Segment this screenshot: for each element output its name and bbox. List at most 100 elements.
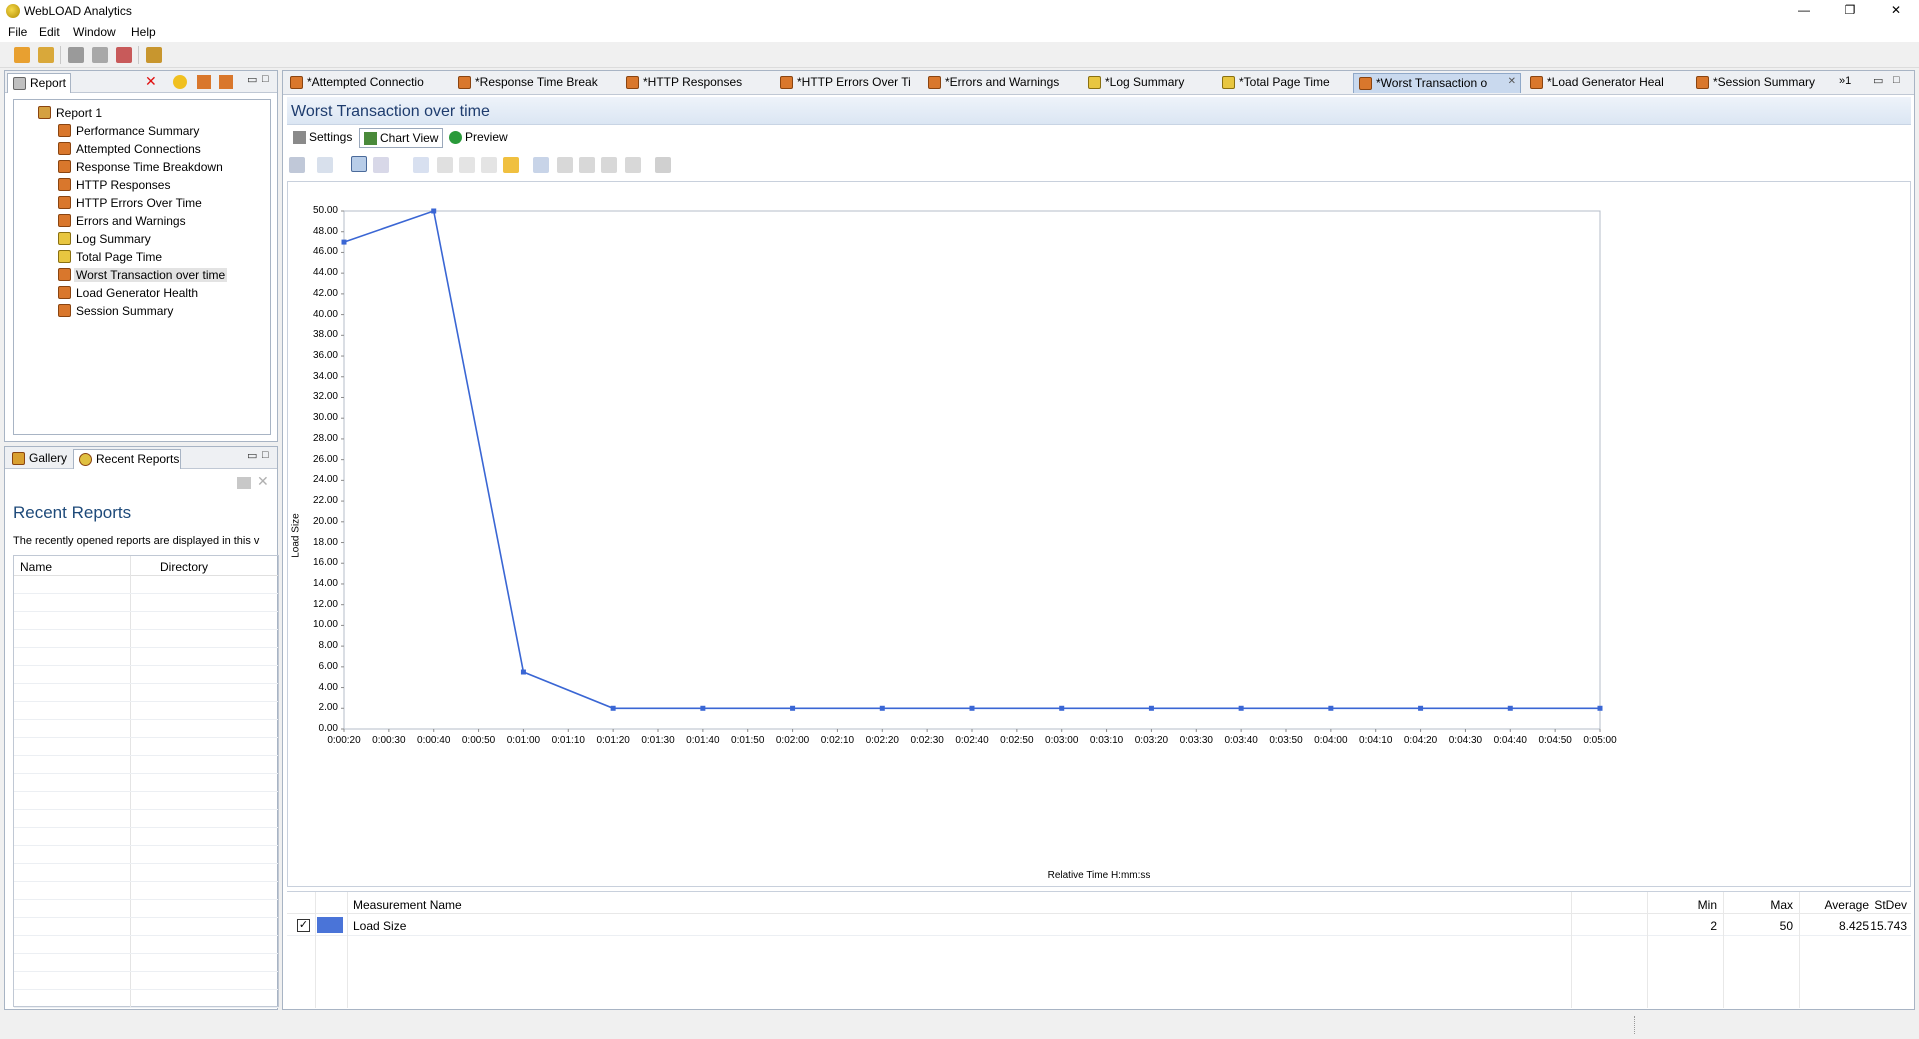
tab-errors-and-warnings[interactable]: *Errors and Warnings (923, 73, 1077, 93)
data-point[interactable] (969, 705, 975, 711)
highlight-icon[interactable] (503, 157, 519, 173)
scale-icon[interactable] (413, 157, 429, 173)
report-icon (58, 196, 71, 209)
open-folder-icon[interactable] (14, 47, 30, 63)
copy-report-icon[interactable] (197, 75, 211, 89)
draw-tool-icon[interactable] (373, 157, 389, 173)
minimize-button[interactable]: — (1781, 0, 1827, 22)
x-tick-label: 0:03:10 (1089, 735, 1124, 746)
maximize-panel-icon[interactable]: □ (262, 73, 269, 85)
tab-report[interactable]: Report (7, 73, 71, 93)
data-point[interactable] (341, 239, 347, 245)
editor-title-bar: Worst Transaction over time (287, 97, 1911, 125)
tab-gallery[interactable]: Gallery (7, 449, 71, 469)
data-point[interactable] (1507, 705, 1513, 711)
preview-play-icon (449, 131, 462, 144)
data-point[interactable] (1238, 705, 1244, 711)
data-point[interactable] (1059, 705, 1065, 711)
data-point[interactable] (610, 705, 616, 711)
data-point[interactable] (431, 208, 437, 214)
tab-response-time-breakdown[interactable]: *Response Time Break (453, 73, 615, 93)
data-point[interactable] (520, 669, 526, 675)
close-button[interactable]: ✕ (1873, 0, 1919, 22)
zoom-icon[interactable] (625, 157, 641, 173)
column-min[interactable]: Min (1657, 898, 1717, 912)
data-point[interactable] (1418, 705, 1424, 711)
data-point[interactable] (1148, 705, 1154, 711)
maximize-panel-icon[interactable]: □ (262, 449, 269, 461)
y-tick-label: 2.00 (318, 702, 338, 714)
tab-worst-transaction[interactable]: *Worst Transaction o ✕ (1353, 73, 1521, 93)
data-point[interactable] (879, 705, 885, 711)
tab-log-summary[interactable]: *Log Summary (1083, 73, 1211, 93)
tab-recent-reports[interactable]: Recent Reports (73, 449, 181, 469)
stats-row[interactable]: ✓ Load Size 2 50 8.425 15.743 (287, 914, 1911, 936)
stat-max: 50 (1779, 919, 1793, 933)
data-point[interactable] (1328, 705, 1334, 711)
fit-icon[interactable] (437, 157, 453, 173)
remove-icon[interactable]: ✕ (257, 473, 269, 490)
maximize-editor-icon[interactable]: □ (1893, 74, 1900, 86)
report-icon (58, 124, 71, 137)
delete-icon[interactable]: ✕ (145, 73, 157, 90)
column-stdev[interactable]: StDev (1847, 898, 1907, 912)
report-list-icon[interactable] (92, 47, 108, 63)
table-view-icon[interactable] (601, 157, 617, 173)
pan-vertical-icon[interactable] (481, 157, 497, 173)
column-measurement-name[interactable]: Measurement Name (353, 898, 462, 912)
select-tool-icon[interactable] (351, 156, 367, 172)
open-report-icon[interactable] (237, 477, 251, 489)
new-report-icon[interactable] (68, 47, 84, 63)
column-max[interactable]: Max (1733, 898, 1793, 912)
statistics-icon[interactable] (557, 157, 573, 173)
report-icon (290, 76, 303, 89)
subtab-chart-view[interactable]: Chart View (359, 128, 444, 148)
data-point[interactable] (790, 705, 796, 711)
pan-horizontal-icon[interactable] (459, 157, 475, 173)
minimize-panel-icon[interactable]: ▭ (247, 73, 257, 86)
tools-icon[interactable] (655, 157, 671, 173)
tab-overflow-button[interactable]: »1 (1839, 75, 1851, 87)
tab-load-generator-health[interactable]: *Load Generator Heal (1525, 73, 1685, 93)
data-point[interactable] (1597, 705, 1603, 711)
maximize-button[interactable]: ❐ (1827, 0, 1873, 22)
x-tick-label: 0:00:20 (327, 735, 361, 746)
editor-area: *Attempted Connectio *Response Time Brea… (282, 70, 1915, 1010)
y-tick-label: 36.00 (312, 350, 338, 362)
tab-http-responses[interactable]: *HTTP Responses (621, 73, 769, 93)
editor-title: Worst Transaction over time (291, 103, 490, 120)
table-row (14, 828, 278, 846)
data-point[interactable] (700, 705, 706, 711)
minimize-panel-icon[interactable]: ▭ (247, 449, 257, 462)
y-tick-label: 50.00 (312, 205, 338, 216)
tab-attempted-connections[interactable]: *Attempted Connectio (285, 73, 447, 93)
menu-help[interactable]: Help (131, 25, 156, 39)
export-report-icon[interactable] (219, 75, 233, 89)
x-tick-label: 0:03:50 (1269, 735, 1303, 746)
column-directory[interactable]: Directory (160, 560, 208, 574)
subtab-settings[interactable]: Settings (289, 129, 356, 147)
new-item-icon[interactable] (173, 75, 187, 89)
table-row (14, 612, 278, 630)
delete-report-icon[interactable] (116, 47, 132, 63)
menu-edit[interactable]: Edit (39, 25, 60, 39)
column-name[interactable]: Name (20, 560, 52, 574)
tab-http-errors-over-time[interactable]: *HTTP Errors Over Ti (775, 73, 935, 93)
bar-chart-icon[interactable] (533, 157, 549, 173)
subtab-preview[interactable]: Preview (445, 129, 512, 147)
stat-min: 2 (1710, 919, 1717, 933)
copy-chart-icon[interactable] (289, 157, 305, 173)
data-icon[interactable] (579, 157, 595, 173)
compare-icon[interactable] (146, 47, 162, 63)
chart-type-icon[interactable] (317, 157, 333, 173)
menu-file[interactable]: File (8, 25, 27, 39)
save-icon[interactable] (38, 47, 54, 63)
tab-total-page-time[interactable]: *Total Page Time (1217, 73, 1357, 93)
minimize-editor-icon[interactable]: ▭ (1873, 74, 1883, 87)
menu-window[interactable]: Window (73, 25, 116, 39)
tab-session-summary[interactable]: *Session Summary (1691, 73, 1833, 93)
close-tab-icon[interactable]: ✕ (1508, 76, 1516, 87)
x-tick-label: 0:04:00 (1314, 735, 1348, 746)
table-row (14, 990, 278, 1008)
series-checkbox[interactable]: ✓ (297, 919, 310, 932)
